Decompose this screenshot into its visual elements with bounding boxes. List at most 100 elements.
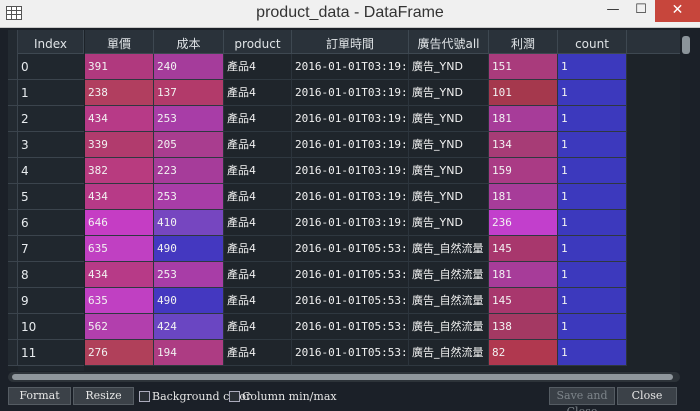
table-cell[interactable]: 產品4 [224, 236, 292, 262]
table-cell[interactable]: 2016-01-01T03:19:35 [292, 184, 409, 210]
table-cell[interactable]: 236 [489, 210, 558, 236]
table-cell[interactable]: 2016-01-01T03:19:35 [292, 80, 409, 106]
table-cell[interactable]: 646 [85, 210, 154, 236]
table-cell[interactable]: 2016-01-01T05:53:09 [292, 236, 409, 262]
table-cell[interactable]: 159 [489, 158, 558, 184]
horizontal-scrollbar[interactable] [8, 372, 680, 382]
table-cell[interactable]: 1 [558, 210, 627, 236]
table-cell[interactable]: 205 [154, 132, 224, 158]
table-cell[interactable]: 1 [558, 184, 627, 210]
table-cell[interactable]: 廣告_自然流量 [409, 262, 489, 288]
row-index[interactable]: 6 [18, 210, 84, 236]
table-cell[interactable]: 151 [489, 54, 558, 80]
horizontal-scroll-thumb[interactable] [12, 374, 673, 380]
table-cell[interactable]: 廣告_YND [409, 106, 489, 132]
table-cell[interactable]: 181 [489, 106, 558, 132]
table-cell[interactable]: 181 [489, 184, 558, 210]
table-cell[interactable]: 廣告_自然流量 [409, 236, 489, 262]
table-cell[interactable]: 145 [489, 288, 558, 314]
table-cell[interactable]: 410 [154, 210, 224, 236]
row-header[interactable] [8, 54, 18, 80]
save-and-close-button[interactable]: Save and Close [549, 387, 615, 411]
table-cell[interactable]: 382 [85, 158, 154, 184]
row-index[interactable]: 0 [18, 54, 84, 80]
table-cell[interactable]: 廣告_YND [409, 80, 489, 106]
table-cell[interactable]: 2016-01-01T03:19:35 [292, 210, 409, 236]
table-cell[interactable]: 434 [85, 184, 154, 210]
table-cell[interactable]: 2016-01-01T03:19:35 [292, 132, 409, 158]
table-cell[interactable]: 2016-01-01T05:53:09 [292, 314, 409, 340]
row-index[interactable]: 10 [18, 314, 84, 340]
table-cell[interactable]: 產品4 [224, 210, 292, 236]
row-header[interactable] [8, 132, 18, 158]
table-cell[interactable]: 2016-01-01T05:53:09 [292, 340, 409, 366]
table-cell[interactable]: 238 [85, 80, 154, 106]
table-cell[interactable]: 1 [558, 236, 627, 262]
row-index[interactable]: 3 [18, 132, 84, 158]
row-index[interactable]: 9 [18, 288, 84, 314]
table-cell[interactable]: 產品4 [224, 288, 292, 314]
table-cell[interactable]: 424 [154, 314, 224, 340]
table-cell[interactable]: 434 [85, 106, 154, 132]
column-header[interactable]: product [224, 30, 292, 54]
table-cell[interactable]: 194 [154, 340, 224, 366]
table-cell[interactable]: 276 [85, 340, 154, 366]
row-index[interactable]: 8 [18, 262, 84, 288]
table-cell[interactable]: 490 [154, 288, 224, 314]
table-cell[interactable]: 2016-01-01T05:53:09 [292, 262, 409, 288]
table-cell[interactable]: 391 [85, 54, 154, 80]
table-cell[interactable]: 562 [85, 314, 154, 340]
table-cell[interactable]: 145 [489, 236, 558, 262]
column-header[interactable]: 訂單時間 [292, 30, 409, 54]
table-cell[interactable]: 1 [558, 80, 627, 106]
table-cell[interactable]: 223 [154, 158, 224, 184]
row-header[interactable] [8, 184, 18, 210]
table-cell[interactable]: 101 [489, 80, 558, 106]
index-header[interactable]: Index [18, 30, 84, 54]
table-cell[interactable]: 490 [154, 236, 224, 262]
table-cell[interactable]: 1 [558, 262, 627, 288]
table-cell[interactable]: 產品4 [224, 106, 292, 132]
table-cell[interactable]: 253 [154, 106, 224, 132]
table-cell[interactable]: 產品4 [224, 340, 292, 366]
row-header[interactable] [8, 314, 18, 340]
column-minmax-checkbox[interactable] [229, 391, 240, 402]
row-index[interactable]: 7 [18, 236, 84, 262]
row-index[interactable]: 11 [18, 340, 84, 366]
table-cell[interactable]: 2016-01-01T03:19:35 [292, 54, 409, 80]
dataframe-grid[interactable]: Index 單價 成本 product 訂單時間 廣告代號all 利潤 coun… [8, 30, 680, 371]
table-cell[interactable]: 181 [489, 262, 558, 288]
format-button[interactable]: Format [8, 387, 71, 405]
table-cell[interactable]: 廣告_自然流量 [409, 288, 489, 314]
table-cell[interactable]: 1 [558, 132, 627, 158]
table-cell[interactable]: 434 [85, 262, 154, 288]
table-cell[interactable]: 339 [85, 132, 154, 158]
table-cell[interactable]: 廣告_YND [409, 158, 489, 184]
table-cell[interactable]: 產品4 [224, 80, 292, 106]
background-color-checkbox[interactable] [139, 391, 150, 402]
resize-button[interactable]: Resize [73, 387, 134, 405]
column-header[interactable]: 成本 [154, 30, 224, 54]
table-cell[interactable]: 2016-01-01T05:53:09 [292, 288, 409, 314]
row-header[interactable] [8, 262, 18, 288]
column-header[interactable]: 單價 [85, 30, 154, 54]
close-button[interactable]: Close [617, 387, 677, 405]
table-cell[interactable]: 82 [489, 340, 558, 366]
table-cell[interactable]: 1 [558, 106, 627, 132]
vertical-scrollbar[interactable] [680, 30, 692, 371]
table-cell[interactable]: 廣告_YND [409, 184, 489, 210]
vertical-scroll-thumb[interactable] [682, 36, 690, 54]
table-cell[interactable]: 1 [558, 54, 627, 80]
table-cell[interactable]: 2016-01-01T03:19:35 [292, 106, 409, 132]
table-cell[interactable]: 137 [154, 80, 224, 106]
table-cell[interactable]: 1 [558, 158, 627, 184]
table-cell[interactable]: 2016-01-01T03:19:35 [292, 158, 409, 184]
table-cell[interactable]: 廣告_自然流量 [409, 340, 489, 366]
table-cell[interactable]: 產品4 [224, 314, 292, 340]
table-cell[interactable]: 253 [154, 184, 224, 210]
row-header[interactable] [8, 236, 18, 262]
column-header[interactable]: count [558, 30, 627, 54]
table-cell[interactable]: 253 [154, 262, 224, 288]
row-header[interactable] [8, 288, 18, 314]
table-cell[interactable]: 134 [489, 132, 558, 158]
